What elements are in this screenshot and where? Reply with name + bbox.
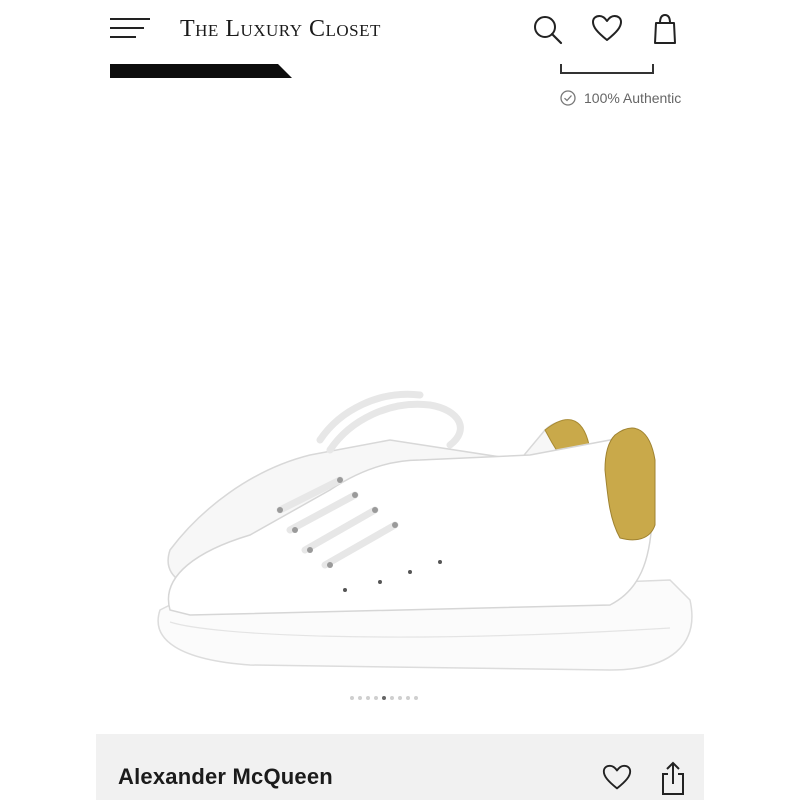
gallery-dot[interactable] xyxy=(398,696,402,700)
size-selector-outline[interactable] xyxy=(560,64,654,74)
gallery-dot[interactable] xyxy=(406,696,410,700)
menu-icon-line xyxy=(110,36,136,38)
product-info-panel: Alexander McQueen xyxy=(96,734,704,800)
share-icon xyxy=(662,761,684,795)
menu-button[interactable] xyxy=(110,18,152,44)
menu-icon-line xyxy=(110,18,150,20)
promo-banner[interactable] xyxy=(110,64,292,78)
shopping-bag-icon xyxy=(654,13,676,44)
gallery-dot[interactable] xyxy=(366,696,370,700)
gallery-dot[interactable] xyxy=(358,696,362,700)
site-logo[interactable]: The Luxury Closet xyxy=(180,16,381,43)
check-circle-icon xyxy=(560,90,576,106)
product-wishlist-button[interactable] xyxy=(601,762,633,794)
gallery-dot-active[interactable] xyxy=(382,696,386,700)
share-button[interactable] xyxy=(658,760,688,796)
heart-icon xyxy=(602,764,632,790)
gallery-dots[interactable] xyxy=(350,696,418,700)
wishlist-button[interactable] xyxy=(590,12,624,46)
gallery-dot[interactable] xyxy=(414,696,418,700)
authentic-label: 100% Authentic xyxy=(584,90,682,106)
menu-icon-line xyxy=(110,27,144,29)
shoe-image[interactable] xyxy=(90,360,710,690)
heart-icon xyxy=(592,15,622,41)
gallery-dot[interactable] xyxy=(350,696,354,700)
brand-name[interactable]: Alexander McQueen xyxy=(118,764,333,790)
cart-button[interactable] xyxy=(648,12,682,46)
top-header: The Luxury Closet xyxy=(0,0,800,62)
gallery-dot[interactable] xyxy=(390,696,394,700)
search-icon xyxy=(534,16,563,45)
gallery-dot[interactable] xyxy=(374,696,378,700)
search-button[interactable] xyxy=(530,12,564,46)
authentic-badge: 100% Authentic xyxy=(560,88,681,108)
